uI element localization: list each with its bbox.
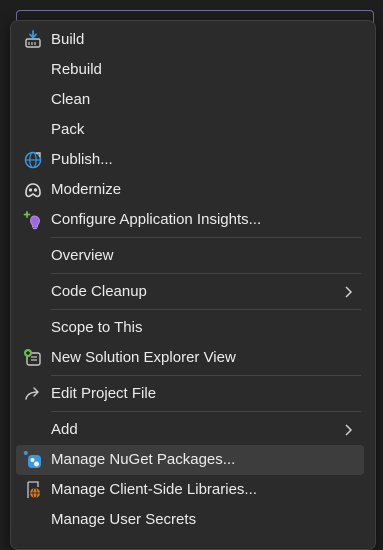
menu-item-new-solution-explorer-view[interactable]: New Solution Explorer View <box>16 343 364 373</box>
menu-item-build[interactable]: Build <box>16 25 364 55</box>
menu-item-label: Add <box>51 421 78 438</box>
chevron-right-icon <box>342 284 356 300</box>
redirect-arrow-icon <box>23 384 43 404</box>
menu-item-manage-user-secrets[interactable]: Manage User Secrets <box>16 505 364 535</box>
menu-item-label: Clean <box>51 91 91 108</box>
menu-separator <box>51 375 361 376</box>
menu-item-configure-application-insights[interactable]: Configure Application Insights... <box>16 205 364 235</box>
menu-item-label: Manage NuGet Packages... <box>51 451 236 468</box>
menu-item-rebuild[interactable]: Rebuild <box>16 55 364 85</box>
menu-item-modernize[interactable]: Modernize <box>16 175 364 205</box>
menu-item-add[interactable]: Add <box>16 415 364 445</box>
menu-item-label: Pack <box>51 121 85 138</box>
menu-item-label: Scope to This <box>51 319 143 336</box>
menu-item-label: Manage User Secrets <box>51 511 197 528</box>
menu-item-scope-to-this[interactable]: Scope to This <box>16 313 364 343</box>
menu-item-pack[interactable]: Pack <box>16 115 364 145</box>
menu-item-manage-nuget-packages[interactable]: Manage NuGet Packages... <box>16 445 364 475</box>
menu-item-clean[interactable]: Clean <box>16 85 364 115</box>
menu-separator <box>51 273 361 274</box>
menu-separator <box>51 237 361 238</box>
menu-item-label: Build <box>51 31 85 48</box>
build-icon <box>23 30 43 50</box>
menu-item-label: Overview <box>51 247 114 264</box>
context-menu: Build Rebuild Clean Pack Publish... Mode… <box>10 20 376 550</box>
menu-item-label: New Solution Explorer View <box>51 349 236 366</box>
menu-item-label: Code Cleanup <box>51 283 147 300</box>
menu-separator <box>51 309 361 310</box>
menu-item-label: Edit Project File <box>51 385 157 402</box>
copilot-icon <box>23 180 43 200</box>
menu-item-label: Configure Application Insights... <box>51 211 262 228</box>
new-window-icon <box>23 348 43 368</box>
menu-item-label: Modernize <box>51 181 122 198</box>
menu-item-manage-client-side-libraries[interactable]: Manage Client-Side Libraries... <box>16 475 364 505</box>
menu-item-publish[interactable]: Publish... <box>16 145 364 175</box>
client-libraries-icon <box>23 480 43 500</box>
menu-item-label: Publish... <box>51 151 113 168</box>
menu-separator <box>51 411 361 412</box>
lightbulb-insights-icon <box>23 210 43 230</box>
menu-item-label: Manage Client-Side Libraries... <box>51 481 257 498</box>
menu-item-edit-project-file[interactable]: Edit Project File <box>16 379 364 409</box>
globe-publish-icon <box>23 150 43 170</box>
menu-item-overview[interactable]: Overview <box>16 241 364 271</box>
menu-item-label: Rebuild <box>51 61 102 78</box>
nuget-icon <box>23 450 43 470</box>
menu-item-code-cleanup[interactable]: Code Cleanup <box>16 277 364 307</box>
chevron-right-icon <box>342 422 356 438</box>
